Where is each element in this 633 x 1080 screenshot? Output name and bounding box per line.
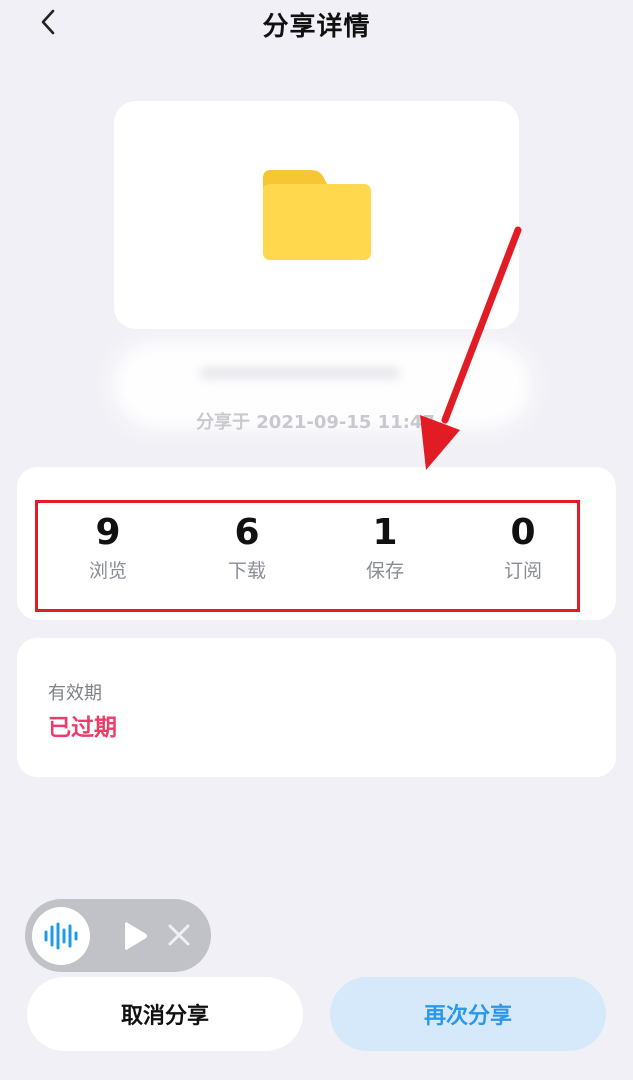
annotation-highlight-box	[35, 500, 580, 612]
voice-assistant-widget[interactable]	[25, 899, 211, 972]
page-title: 分享详情	[262, 12, 371, 42]
close-voice-button[interactable]	[165, 921, 193, 949]
expiry-label: 有效期	[48, 683, 102, 704]
header-bar: 分享详情	[0, 0, 633, 50]
file-name-redacted	[200, 368, 400, 378]
voice-wave-button[interactable]	[32, 907, 90, 965]
play-button[interactable]	[121, 921, 149, 951]
close-icon	[168, 924, 190, 946]
folder-icon	[262, 170, 371, 260]
file-preview-card[interactable]	[114, 101, 519, 329]
sound-wave-icon	[44, 922, 78, 950]
play-icon	[125, 922, 147, 950]
share-time: 分享于 2021-09-15 11:47	[196, 412, 435, 433]
expiry-status: 已过期	[48, 715, 117, 741]
cancel-share-button[interactable]: 取消分享	[27, 977, 303, 1051]
reshare-button[interactable]: 再次分享	[330, 977, 606, 1051]
